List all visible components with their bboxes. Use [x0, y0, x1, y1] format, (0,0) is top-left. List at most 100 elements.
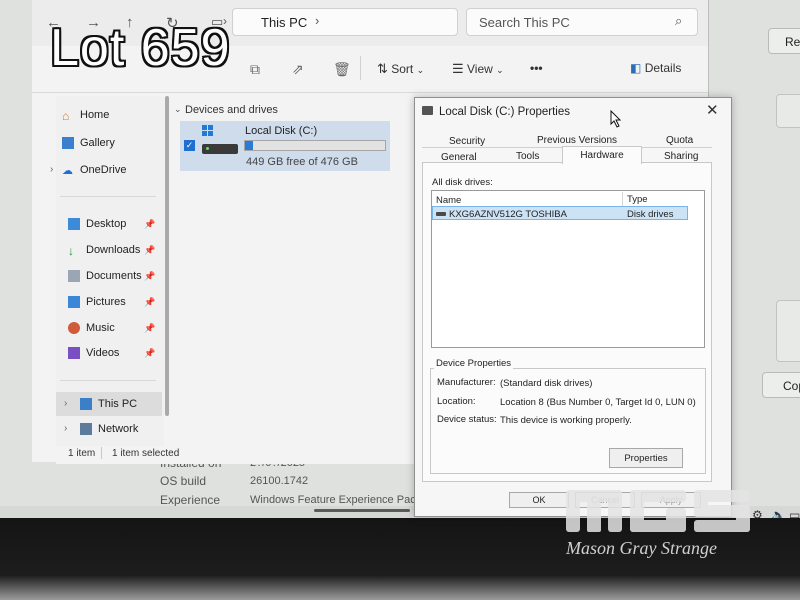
- device-status-label: Device status:: [437, 414, 497, 425]
- tab-sharing[interactable]: Sharing: [664, 151, 698, 162]
- sidebar-item-label: This PC: [98, 398, 138, 410]
- sidebar-item-home[interactable]: ⌂ Home: [62, 109, 110, 123]
- sidebar-item-desktop[interactable]: Desktop: [68, 218, 126, 230]
- this-pc-icon: [80, 398, 92, 410]
- music-icon: [68, 322, 80, 334]
- sidebar-item-onedrive[interactable]: ☁ OneDrive: [62, 164, 127, 177]
- dialog-title: Local Disk (C:) Properties: [439, 106, 571, 118]
- section-header[interactable]: Devices and drives: [185, 104, 278, 116]
- status-divider: [101, 447, 102, 459]
- tab-quota[interactable]: Quota: [666, 135, 693, 146]
- breadcrumb-this-pc[interactable]: This PC: [261, 15, 307, 30]
- info-value-osbuild: 26100.1742: [250, 475, 309, 487]
- expand-chevron-icon[interactable]: ›: [50, 164, 53, 175]
- videos-icon: [68, 347, 80, 359]
- drive-free-space: 449 GB free of 476 GB: [246, 156, 358, 168]
- sidebar-item-label: Home: [80, 109, 110, 121]
- sidebar-item-documents[interactable]: Documents: [68, 270, 142, 282]
- gallery-icon: [62, 137, 74, 149]
- sidebar-item-this-pc[interactable]: This PC: [80, 398, 137, 410]
- column-header-type[interactable]: Type: [627, 194, 648, 205]
- sidebar-divider: [60, 196, 156, 197]
- toolbar-divider: [360, 56, 361, 80]
- tab-hardware[interactable]: Hardware: [562, 146, 642, 164]
- drive-name: Local Disk (C:): [245, 125, 318, 137]
- share-icon[interactable]: ⇗: [292, 61, 304, 78]
- sidebar-item-label: OneDrive: [80, 164, 127, 176]
- column-header-name[interactable]: Name: [436, 195, 461, 206]
- device-status-value: This device is working properly.: [500, 415, 632, 426]
- status-item-count: 1 item: [68, 448, 96, 459]
- pictures-icon: [68, 296, 80, 308]
- chevron-right-icon: ›: [315, 13, 320, 28]
- all-disk-drives-label: All disk drives:: [432, 177, 493, 188]
- chevron-down-icon: ⌄: [416, 65, 425, 75]
- sidebar-item-downloads[interactable]: ↓ Downloads: [68, 244, 140, 258]
- sidebar-item-label: Music: [86, 322, 115, 334]
- delete-icon[interactable]: 🗑: [333, 61, 351, 78]
- share-icon-tool[interactable]: ⧉: [250, 61, 260, 78]
- location-label: Location:: [437, 396, 476, 407]
- sidebar-item-network[interactable]: Network: [80, 423, 138, 435]
- ok-button[interactable]: OK: [509, 492, 569, 508]
- view-label: View: [467, 62, 493, 76]
- details-button[interactable]: ◧ Details: [630, 61, 681, 75]
- background-rename-button[interactable]: Re: [768, 28, 800, 54]
- sidebar-divider: [60, 380, 156, 381]
- status-selected: 1 item selected: [112, 448, 180, 459]
- tab-previous-versions[interactable]: Previous Versions: [537, 135, 617, 146]
- background-copy-button[interactable]: Cop: [762, 372, 800, 398]
- navigation-scrollbar[interactable]: [165, 96, 169, 416]
- mgs-watermark-logo: [566, 490, 750, 532]
- taskbar-indicator: [314, 509, 410, 512]
- chevron-down-icon: ⌄: [496, 65, 504, 75]
- expand-chevron-icon[interactable]: ›: [64, 423, 67, 434]
- pin-icon: 📌: [144, 323, 156, 333]
- desktop-icon: [68, 218, 80, 230]
- mouse-cursor-icon: [610, 110, 622, 128]
- sidebar-item-label: Desktop: [86, 218, 127, 230]
- pin-icon: 📌: [144, 297, 156, 307]
- more-options-button[interactable]: •••: [530, 61, 543, 75]
- view-button[interactable]: ☰ View ⌄: [452, 61, 504, 77]
- drive-title-icon: [422, 106, 433, 115]
- sidebar-item-gallery[interactable]: Gallery: [62, 137, 115, 149]
- sort-button[interactable]: ⇅ Sort ⌄: [377, 61, 424, 77]
- info-label-experience: Experience: [160, 493, 221, 507]
- manufacturer-label: Manufacturer:: [437, 377, 496, 388]
- manufacturer-value: (Standard disk drives): [500, 378, 593, 389]
- sidebar-item-videos[interactable]: Videos: [68, 347, 119, 359]
- pin-icon: 📌: [144, 245, 156, 255]
- close-icon[interactable]: ✕: [706, 101, 719, 119]
- info-value-experience: Windows Feature Experience Pack: [250, 494, 422, 506]
- details-label: Details: [644, 61, 682, 75]
- drive-usage-fill: [245, 141, 253, 150]
- tab-tools[interactable]: Tools: [516, 151, 539, 162]
- sidebar-item-pictures[interactable]: Pictures: [68, 296, 126, 308]
- tab-security[interactable]: Security: [449, 136, 485, 147]
- address-bar[interactable]: ▭ › This PC ›: [211, 8, 458, 36]
- network-icon: [80, 423, 92, 435]
- onedrive-icon: ☁: [62, 165, 73, 177]
- hard-drive-icon: [202, 144, 238, 154]
- documents-icon: [68, 270, 80, 282]
- drive-list-type: Disk drives: [627, 209, 674, 220]
- pin-icon: 📌: [144, 271, 156, 281]
- windows-logo-icon: [202, 125, 214, 137]
- disk-drive-icon: [436, 212, 446, 216]
- device-properties-heading: Device Properties: [434, 358, 513, 369]
- properties-button[interactable]: Properties: [609, 448, 683, 468]
- sidebar-item-music[interactable]: Music: [68, 322, 115, 334]
- sidebar-item-label: Pictures: [86, 296, 126, 308]
- sort-icon: ⇅: [377, 61, 388, 76]
- info-label-osbuild: OS build: [160, 474, 207, 488]
- tab-general[interactable]: General: [441, 152, 477, 163]
- search-box[interactable]: Search This PC ⌕: [466, 8, 698, 36]
- home-icon: ⌂: [62, 109, 70, 123]
- checkbox-icon[interactable]: ✓: [184, 140, 195, 151]
- collapse-chevron-icon[interactable]: ⌄: [174, 104, 182, 115]
- sidebar-item-label: Gallery: [80, 137, 115, 149]
- search-placeholder: Search This PC: [479, 15, 570, 30]
- expand-chevron-icon[interactable]: ›: [64, 398, 67, 409]
- background-panel: [776, 94, 800, 128]
